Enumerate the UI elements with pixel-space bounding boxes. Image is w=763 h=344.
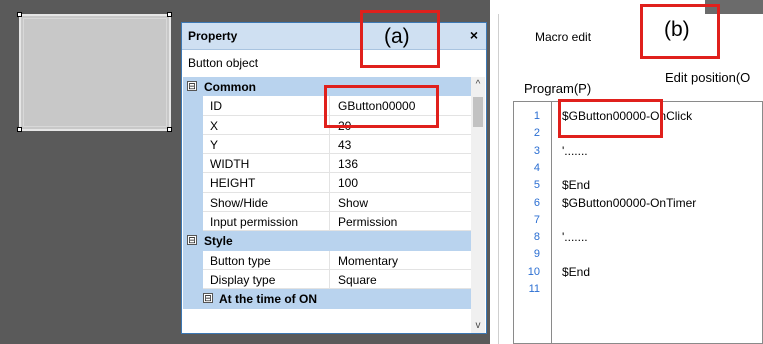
line-number: 10 [527,265,540,278]
property-row[interactable]: HEIGHT 100 [183,173,471,193]
resize-handle-top-left[interactable] [17,12,22,17]
row-gutter [183,96,203,116]
property-row[interactable]: WIDTH 136 [183,154,471,174]
code-line[interactable]: $End [562,178,590,192]
property-name: HEIGHT [203,173,330,193]
scroll-up-icon[interactable]: ^ [471,79,485,90]
property-panel-header: Property × [182,23,486,50]
row-gutter [183,192,203,213]
property-value[interactable]: 100 [330,173,471,193]
property-row[interactable]: Display type Square [183,269,471,290]
line-number: 11 [528,283,540,295]
macro-id-highlight-box [558,99,663,138]
code-line[interactable]: '....... [562,144,588,158]
collapse-icon[interactable]: ⊟ [187,81,197,91]
row-gutter [183,134,203,155]
property-name: X [203,115,330,135]
property-value[interactable]: Show [330,193,471,213]
row-gutter [183,250,203,270]
property-name: Y [203,134,330,155]
code-line[interactable]: $End [562,265,590,279]
property-panel-title: Property [188,29,238,43]
tab-macro-edit[interactable]: Macro edit [535,30,591,44]
scroll-thumb[interactable] [473,97,483,127]
row-gutter [183,269,203,290]
property-value[interactable]: Momentary [330,251,471,270]
line-number: 1 [533,110,540,122]
property-name: Button type [203,250,330,270]
property-row[interactable]: Button type Momentary [183,250,471,270]
property-value[interactable]: 43 [330,135,471,155]
property-name: Show/Hide [203,192,330,213]
line-number: 5 [533,179,540,192]
row-gutter [183,173,203,193]
property-row[interactable]: Y 43 [183,134,471,155]
id-highlight-box [324,85,439,128]
row-gutter [183,212,203,232]
object-type-label: Button object [188,56,259,70]
section-label: Common [204,80,256,94]
annotation-label-b: (b) [664,18,690,41]
resize-handle-top-right[interactable] [167,12,172,17]
annotation-label-a: (a) [384,25,410,48]
property-value[interactable]: Square [330,270,471,290]
line-number: 7 [533,213,540,226]
line-number: 2 [533,127,540,140]
code-line[interactable]: $GButton00000-OnTimer [562,196,696,210]
scroll-down-icon[interactable]: v [471,320,485,331]
panel-divider [490,0,498,344]
line-number: 9 [533,248,540,261]
property-name: ID [203,96,330,116]
property-row[interactable]: Show/Hide Show [183,192,471,213]
close-icon[interactable]: × [470,27,478,43]
property-name: Display type [203,269,330,290]
line-number: 4 [533,161,540,174]
property-name: Input permission [203,212,330,232]
button-object-face [23,18,167,127]
program-label: Program(P) [524,81,592,96]
property-section[interactable]: ⊟ Style [183,231,471,251]
button-object[interactable] [19,14,171,131]
section-label: At the time of ON [219,292,317,307]
resize-handle-bottom-right[interactable] [167,127,172,132]
line-number: 3 [533,144,540,157]
section-label: Style [204,234,233,249]
property-panel: Property × Button object ⊟ Common ID GButto… [181,22,487,334]
property-value[interactable]: 136 [330,154,471,174]
property-value[interactable]: Permission [330,212,471,232]
collapse-icon[interactable]: ⊟ [187,235,197,246]
property-subsection[interactable]: ⊟ At the time of ON [183,289,471,309]
resize-handle-bottom-left[interactable] [17,127,22,132]
property-scrollbar[interactable]: ^ v [471,77,485,333]
collapse-icon[interactable]: ⊟ [203,293,213,304]
code-line[interactable]: '....... [562,230,588,244]
row-gutter [183,115,203,135]
line-number: 6 [533,196,540,209]
edit-position-label[interactable]: Edit position(O [665,70,750,85]
line-number: 8 [533,231,540,244]
property-row[interactable]: Input permission Permission [183,212,471,232]
property-name: WIDTH [203,154,330,174]
row-gutter [183,154,203,174]
